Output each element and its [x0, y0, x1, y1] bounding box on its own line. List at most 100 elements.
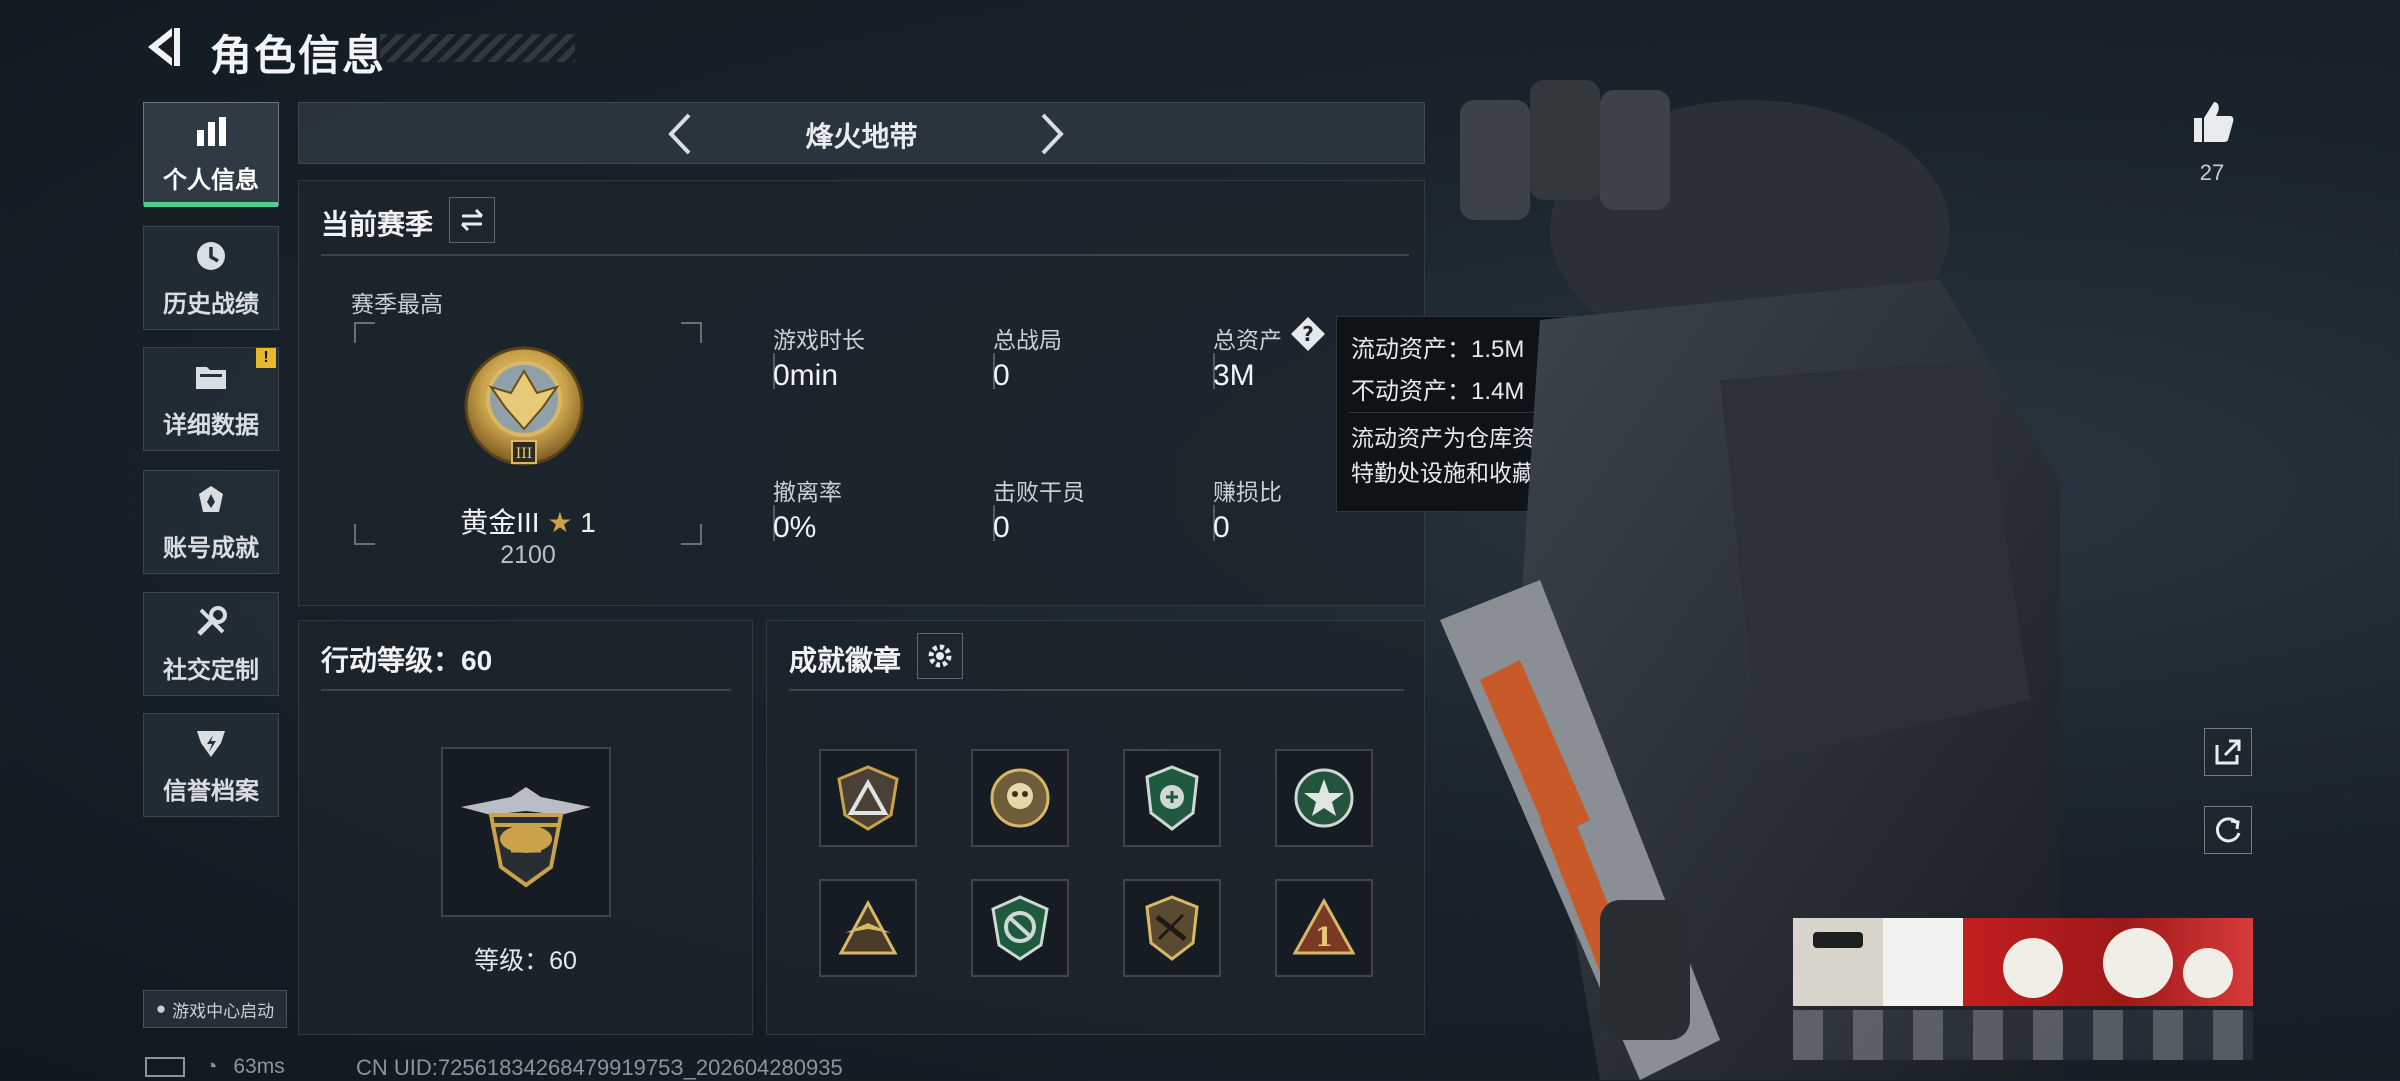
helicopter-wings-emblem-icon	[461, 787, 591, 888]
rank-stars: 1	[580, 507, 596, 538]
sidebar-item-social[interactable]: 社交定制	[143, 592, 279, 696]
stat-playtime-label: 游戏时长	[773, 327, 865, 353]
wings-triangle-badge-icon	[838, 899, 898, 955]
level-title: 行动等级：60	[321, 645, 493, 676]
divider	[321, 254, 1409, 256]
rifle-shield-badge-icon	[1145, 895, 1199, 961]
star-wreath-badge-icon	[1294, 768, 1354, 828]
tools-icon	[197, 605, 227, 636]
badge-slot[interactable]	[971, 879, 1069, 977]
chevron-right-icon[interactable]	[1025, 109, 1075, 159]
bar-chart-icon	[197, 116, 226, 146]
mode-selector: 烽火地带	[298, 102, 1425, 164]
svg-text:?: ?	[1302, 322, 1314, 346]
blurred-player-info	[1793, 1010, 2253, 1060]
title-decoration	[380, 34, 575, 62]
sidebar-item-label: 账号成就	[163, 534, 259, 562]
sidebar-item-history[interactable]: 历史战绩	[143, 226, 279, 330]
switch-season-button[interactable]	[449, 197, 495, 243]
game-center-label: 游戏中心启动	[172, 1001, 275, 1021]
badge-slot[interactable]	[971, 749, 1069, 847]
badge-slot[interactable]	[1123, 749, 1221, 847]
mode-title: 烽火地带	[805, 121, 918, 152]
rank-name: 黄金III	[460, 507, 540, 538]
badge-slot[interactable]: 1	[1275, 879, 1373, 977]
stat-assets-value: 3M	[1213, 359, 1255, 392]
star-icon: ★	[547, 507, 573, 538]
sidebar-item-detailed-data[interactable]: 详细数据 !	[143, 347, 279, 451]
share-icon	[2215, 739, 2241, 765]
folder-icon	[196, 366, 226, 389]
stat-kills-label: 击败干员	[993, 479, 1085, 505]
level-caption: 等级：60	[474, 947, 577, 975]
reputation-icon	[197, 730, 225, 757]
uid-text: CN UID:7256183426847991975З_202604280935	[356, 1055, 843, 1080]
sidebar-item-personal-info[interactable]: 个人信息	[143, 102, 279, 207]
profile-card[interactable]	[1793, 918, 2253, 1006]
badge-slot[interactable]	[819, 749, 917, 847]
skull-wreath-badge-icon	[990, 768, 1050, 828]
badge-title: 成就徽章	[789, 645, 902, 676]
stat-profit-ratio-value: 0	[1213, 511, 1230, 544]
green-arrows-badge-icon	[991, 895, 1049, 961]
stat-extract-rate-label: 撤离率	[773, 479, 842, 505]
gold-rank-emblem-icon: III	[464, 346, 584, 466]
thumbs-up-icon[interactable]	[2188, 98, 2236, 146]
like-count: 27	[2199, 160, 2225, 185]
badge-slot[interactable]	[1275, 749, 1373, 847]
ping-value: 63ms	[233, 1055, 285, 1078]
svg-text:1: 1	[1315, 923, 1333, 953]
green-shield-badge-icon	[1145, 765, 1199, 831]
card-art	[1883, 918, 1963, 1006]
stat-assets-label: 总资产	[1213, 327, 1282, 353]
season-best-label: 赛季最高	[351, 291, 443, 317]
page-title: 角色信息	[210, 32, 387, 79]
back-button[interactable]	[140, 22, 190, 72]
stat-kills-value: 0	[993, 511, 1010, 544]
badge-slot[interactable]	[819, 879, 917, 977]
sidebar-item-label: 历史战绩	[163, 290, 259, 318]
svg-text:III: III	[516, 446, 533, 462]
stat-playtime-value: 0min	[773, 359, 839, 392]
rank-name-row: 黄金III ★ 1	[353, 501, 703, 541]
sidebar-item-achievements[interactable]: 账号成就	[143, 470, 279, 574]
badge-slot[interactable]	[1123, 879, 1221, 977]
help-icon[interactable]: ?	[1289, 315, 1327, 353]
achievement-icon	[199, 485, 223, 512]
wifi-icon: ◔	[204, 1055, 218, 1078]
refresh-icon	[2215, 817, 2241, 843]
triangle-shield-badge-icon	[837, 765, 899, 831]
share-button[interactable]	[2204, 728, 2252, 776]
season-title: 当前赛季	[321, 209, 434, 240]
level-panel: 行动等级：60 等级：60	[298, 620, 753, 1035]
battery-icon	[145, 1057, 185, 1078]
level-emblem	[441, 747, 611, 917]
number-one-badge-icon: 1	[1292, 897, 1356, 955]
sidebar-item-label: 社交定制	[163, 656, 259, 684]
sidebar-item-reputation[interactable]: 信誉档案	[143, 713, 279, 817]
warning-badge: !	[256, 348, 276, 368]
qq-icon: ●	[155, 999, 167, 1018]
gear-icon	[928, 644, 952, 668]
badge-settings-button[interactable]	[917, 633, 963, 679]
swap-icon	[460, 208, 484, 232]
sidebar-item-label: 详细数据	[163, 411, 259, 439]
rank-score: 2100	[500, 541, 556, 569]
stat-matches-label: 总战局	[993, 327, 1062, 353]
stat-extract-rate-value: 0%	[773, 511, 817, 544]
stat-profit-ratio-label: 赚损比	[1213, 479, 1282, 505]
card-banner	[1963, 918, 2253, 1006]
divider	[321, 689, 731, 691]
game-center-button[interactable]: ● 游戏中心启动	[143, 990, 287, 1028]
sidebar-item-label: 个人信息	[163, 166, 259, 194]
divider	[789, 689, 1404, 691]
badge-panel: 成就徽章 1	[766, 620, 1425, 1035]
avatar	[1793, 918, 1883, 1006]
status-bar: ◔ 63ms	[145, 1055, 285, 1079]
stat-matches-value: 0	[993, 359, 1010, 392]
season-panel: 当前赛季 赛季最高 III 黄金III ★ 1 2100 游戏时长 0min 总…	[298, 180, 1425, 606]
refresh-button[interactable]	[2204, 806, 2252, 854]
sidebar-item-label: 信誉档案	[163, 777, 259, 805]
clock-history-icon	[197, 241, 225, 270]
back-arrow-icon	[148, 28, 180, 66]
